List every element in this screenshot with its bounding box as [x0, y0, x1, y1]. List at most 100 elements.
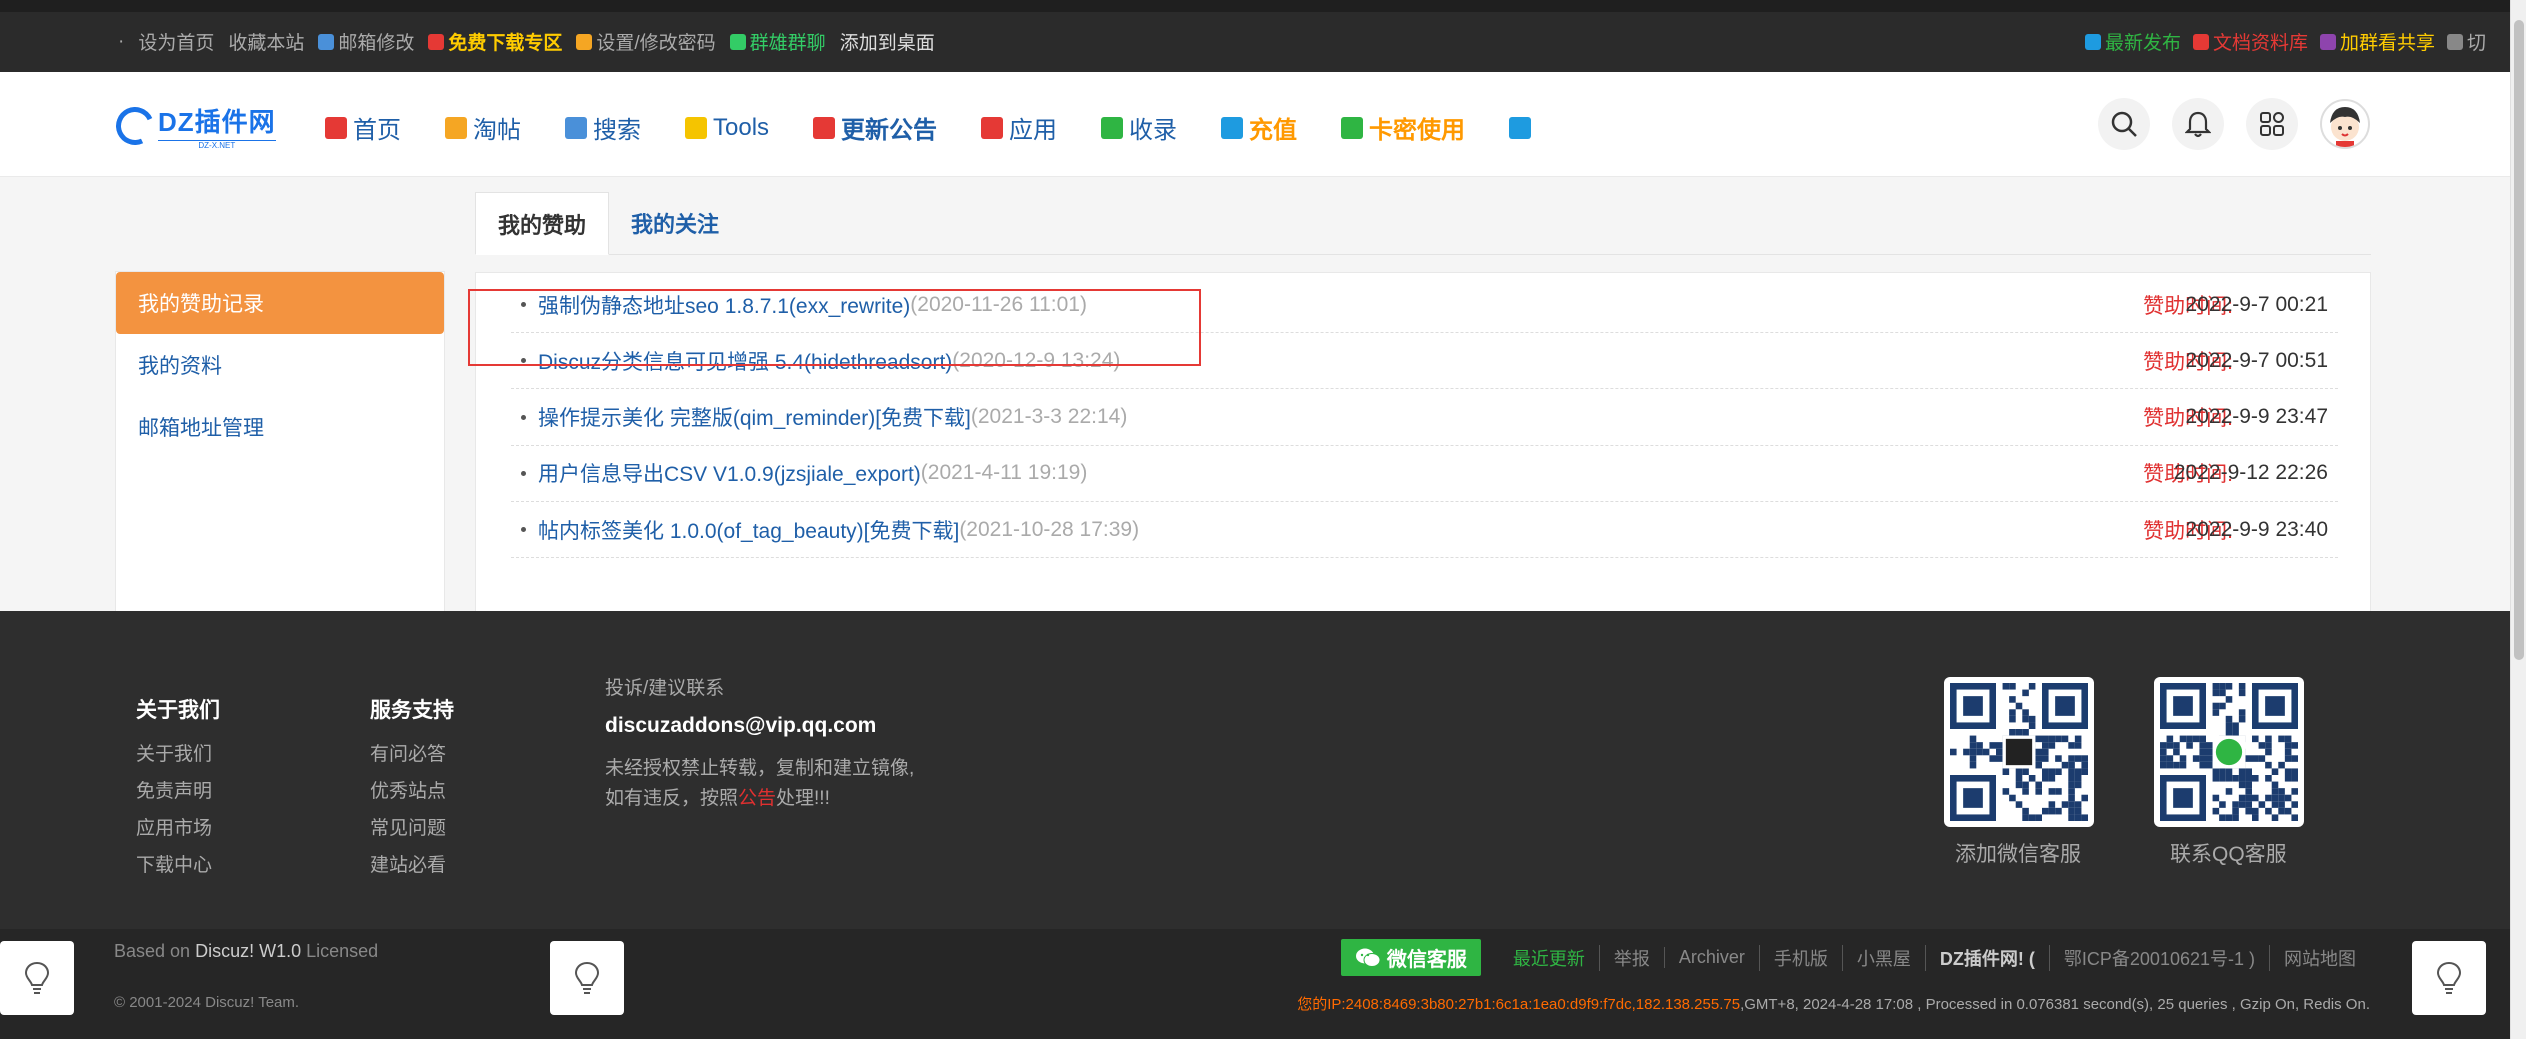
top-bar-link-label: 文档资料库: [2212, 33, 2308, 54]
plugin-date: (2021-3-3 22:14): [970, 405, 1128, 429]
bottom-links: 微信客服 最近更新 举报 Archiver 手机版 小黑屋 DZ插件网! (鄂ICP备20…: [1340, 939, 2370, 976]
nav-item-label: 卡密使用: [1369, 117, 1466, 144]
top-bar-link-label: 切: [2466, 33, 2486, 54]
top-bar-link-label: 免费下载专区: [448, 33, 563, 54]
top-bar-link-label: 添加到桌面: [839, 33, 935, 54]
wechat-service-button[interactable]: 微信客服: [1340, 939, 1481, 976]
bullet: [521, 527, 526, 533]
footer-link[interactable]: 应用市场: [136, 810, 220, 847]
nav-item[interactable]: 首页: [325, 110, 401, 145]
announcement-link[interactable]: 公告: [738, 788, 776, 809]
top-bar-link[interactable]: 切: [2446, 28, 2486, 55]
sponsor-time: 2022-9-9 23:47: [2185, 405, 2328, 429]
plugin-link[interactable]: 用户信息导出CSV V1.0.9(jzsjiale_export): [538, 458, 921, 488]
wechat-qr-label: 添加微信客服: [1955, 843, 2081, 866]
top-bar-link[interactable]: 设置/修改密码: [576, 28, 716, 55]
footer-link[interactable]: 优秀站点: [370, 773, 454, 810]
nav-item-label: 充值: [1249, 117, 1298, 144]
footer-link[interactable]: 有问必答: [370, 736, 454, 773]
top-bar-link[interactable]: 设为首页: [138, 28, 214, 55]
footer-bottom-link[interactable]: DZ插件网! (: [1924, 944, 2049, 971]
lock-icon: [576, 33, 593, 50]
footer-bottom-link[interactable]: 最近更新: [1499, 945, 1599, 971]
ip-address: 您的IP:2408:8469:3b80:27b1:6c1a:1ea0:d9f9:…: [1297, 996, 1741, 1013]
wechat-qr-code: [1944, 677, 2094, 827]
footer-bottom-link[interactable]: 小黑屋: [1841, 944, 1925, 971]
nav-item[interactable]: 搜索: [565, 110, 641, 145]
bottom-bar: Based on Discuz! W1.0 Licensed © 2001-20…: [0, 929, 2510, 1039]
footer-link[interactable]: 关于我们: [136, 736, 220, 773]
user-avatar[interactable]: [2320, 99, 2370, 149]
plugin-link[interactable]: 操作提示美化 完整版(qim_reminder)[免费下载]: [538, 402, 971, 432]
nav-item[interactable]: 卡密使用: [1341, 110, 1465, 145]
sidebar-item-my-profile[interactable]: 我的资料: [116, 334, 444, 396]
id-icon: [2319, 33, 2336, 50]
top-bar-link[interactable]: 最新发布: [2084, 28, 2181, 55]
lightbulb-icon: [24, 961, 50, 994]
top-bar-link[interactable]: 收藏本站: [228, 28, 304, 55]
qq-qr-label: 联系QQ客服: [2170, 843, 2287, 866]
top-bar-link-label: 设置/修改密码: [596, 33, 716, 54]
footer-bottom-link[interactable]: 举报: [1598, 944, 1664, 971]
nav-item-label: 应用: [1009, 117, 1058, 144]
alien-icon: [729, 33, 746, 50]
plugin-link[interactable]: 帖内标签美化 1.0.0(of_tag_beauty)[免费下载]: [538, 515, 959, 545]
footer-support-heading: 服务支持: [370, 699, 454, 722]
copyright: © 2001-2024 Discuz! Team.: [114, 994, 300, 1011]
bell-icon: [2185, 111, 2211, 138]
logo-subtext: DZ-X.NET: [158, 140, 276, 150]
nav-item[interactable]: 更新公告: [813, 110, 937, 145]
sponsor-time: 2022-9-9 23:40: [2185, 517, 2328, 541]
main-nav: 首页 淘帖 搜索 Tools 更新公告 应用 收录 充值 卡密使用: [325, 110, 1581, 145]
sponsor-time: 2022-9-12 22:26: [2173, 461, 2328, 485]
nav-item[interactable]: 充值: [1221, 110, 1297, 145]
nav-item[interactable]: 淘帖: [445, 110, 521, 145]
left-bulb-button[interactable]: [0, 941, 74, 1015]
top-bar-link-label: ·: [118, 30, 125, 52]
highlight-box: [468, 289, 1201, 366]
footer-bottom-link[interactable]: 网站地图: [2269, 944, 2370, 971]
sidebar-item-email-management[interactable]: 邮箱地址管理: [116, 396, 444, 458]
apps-button[interactable]: [2246, 98, 2298, 150]
top-bar-link-label: 收藏本站: [228, 33, 305, 54]
nav-item[interactable]: 应用: [981, 110, 1057, 145]
nav-item[interactable]: 收录: [1101, 110, 1177, 145]
logo-mark-icon: [110, 101, 160, 151]
top-bar-link[interactable]: 文档资料库: [2192, 28, 2308, 55]
sidebar: 我的赞助记录 我的资料 邮箱地址管理: [115, 271, 445, 611]
contact-email[interactable]: discuzaddons@vip.qq.com: [605, 714, 914, 738]
top-bar-link[interactable]: 加群看共享: [2319, 28, 2435, 55]
top-bar-link[interactable]: 邮箱修改: [318, 28, 414, 55]
atm-icon: [1221, 116, 1244, 139]
footer-bottom-link[interactable]: 鄂ICP备20010621号-1 ): [2048, 944, 2269, 971]
hourglass-icon: [565, 116, 587, 139]
footer-link[interactable]: 建站必看: [370, 847, 454, 884]
golf-icon: [1101, 116, 1124, 139]
search-button[interactable]: [2098, 98, 2150, 150]
scrollbar[interactable]: [2510, 0, 2526, 1039]
top-bar-link[interactable]: ·: [118, 31, 124, 53]
footer-link[interactable]: 下载中心: [136, 847, 220, 884]
notification-button[interactable]: [2172, 98, 2224, 150]
top-bar-link[interactable]: 免费下载专区: [428, 28, 562, 55]
discuz-link[interactable]: Discuz! W1.0: [195, 941, 301, 961]
footer-link[interactable]: 免责声明: [136, 773, 220, 810]
nav-item-label: 搜索: [593, 117, 641, 144]
tab-my-follows[interactable]: 我的关注: [609, 192, 741, 254]
top-bar-link[interactable]: 群雄群聊: [729, 28, 826, 55]
footer-bottom-link[interactable]: Archiver: [1663, 947, 1759, 968]
document-icon: [2192, 33, 2209, 50]
sidebar-item-sponsor-records[interactable]: 我的赞助记录: [116, 272, 444, 334]
tab-my-sponsorship[interactable]: 我的赞助: [475, 192, 610, 255]
site-logo[interactable]: DZ插件网 DZ-X.NET: [110, 101, 276, 151]
right-bulb-button[interactable]: [2412, 941, 2486, 1015]
nav-item[interactable]: [1509, 116, 1537, 139]
middle-bulb-button[interactable]: [550, 941, 624, 1015]
footer-bottom-link[interactable]: 手机版: [1758, 944, 1842, 971]
lightbulb-icon: [574, 961, 600, 994]
scrollbar-thumb[interactable]: [2514, 20, 2524, 660]
top-bar-link[interactable]: 添加到桌面: [840, 28, 935, 55]
nav-item-label: 淘帖: [473, 117, 521, 144]
nav-item[interactable]: Tools: [685, 114, 769, 142]
footer-link[interactable]: 常见问题: [370, 810, 454, 847]
